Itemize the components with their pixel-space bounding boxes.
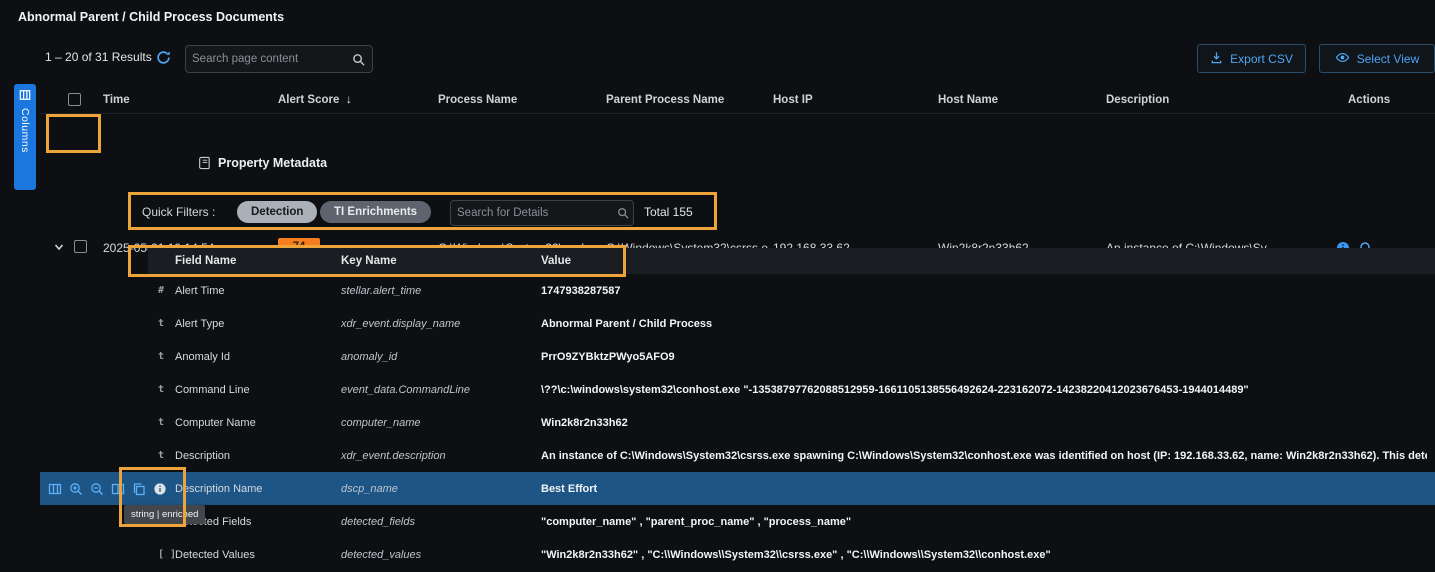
copy-icon[interactable] <box>132 482 146 496</box>
property-row-detected-values[interactable]: [ ] Detected Values detected_values "Win… <box>40 538 1435 571</box>
field-type-number-icon: # <box>158 274 164 307</box>
key-name: detected_fields <box>341 505 415 538</box>
pcol-field-name: Field Name <box>175 255 236 267</box>
col-header-alert-score[interactable]: Alert Score <box>278 94 339 106</box>
key-name: xdr_event.description <box>341 439 446 472</box>
total-count: Total 155 <box>644 205 693 219</box>
field-name: Command Line <box>175 373 250 406</box>
col-header-parent-process-name[interactable]: Parent Process Name <box>606 94 724 106</box>
key-name: anomaly_id <box>341 340 397 373</box>
key-name: detected_values <box>341 538 421 571</box>
field-name: Alert Time <box>175 274 225 307</box>
col-header-process-name[interactable]: Process Name <box>438 94 517 106</box>
refresh-icon[interactable] <box>156 50 171 65</box>
page-search <box>185 45 373 73</box>
details-search <box>450 200 634 226</box>
property-row-alert-type[interactable]: t Alert Type xdr_event.display_name Abno… <box>40 307 1435 340</box>
key-name: event_data.CommandLine <box>341 373 470 406</box>
field-name: Computer Name <box>175 406 256 439</box>
field-value: "Win2k8r2n33h62" , "C:\\Windows\\System3… <box>541 538 1427 571</box>
field-info-icon[interactable] <box>153 482 167 496</box>
field-value: \??\c:\windows\system32\conhost.exe "-13… <box>541 373 1427 406</box>
property-row-command-line[interactable]: t Command Line event_data.CommandLine \?… <box>40 373 1435 406</box>
field-type-text-icon: t <box>158 340 164 373</box>
eye-icon <box>1335 50 1350 68</box>
result-row[interactable]: 2025-05-21 19:14:54 74 C:\Windows\System… <box>0 114 1435 152</box>
property-row-detected-fields[interactable]: [ ] Detected Fields detected_fields "com… <box>40 505 1435 538</box>
download-icon <box>1210 51 1223 67</box>
add-column-icon[interactable] <box>111 482 125 496</box>
pcol-key-name: Key Name <box>341 255 397 267</box>
field-name: Detected Values <box>175 538 255 571</box>
field-type-array-icon: [ ] <box>158 538 176 571</box>
search-icon <box>352 53 372 66</box>
row-hover-actions <box>48 472 167 505</box>
property-row-anomaly-id[interactable]: t Anomaly Id anomaly_id PrrO9ZYBktzPWyo5… <box>40 340 1435 373</box>
property-row-alert-time[interactable]: # Alert Time stellar.alert_time 17479382… <box>40 274 1435 307</box>
key-name: stellar.alert_time <box>341 274 421 307</box>
col-header-host-name[interactable]: Host Name <box>938 94 998 106</box>
property-metadata-title: Property Metadata <box>218 156 327 170</box>
key-name: dscp_name <box>341 472 398 505</box>
field-value: Best Effort <box>541 472 1427 505</box>
filter-ti-enrichments-pill[interactable]: TI Enrichments <box>320 201 431 223</box>
field-value: Win2k8r2n33h62 <box>541 406 1427 439</box>
row-expand-chevron-icon[interactable] <box>53 241 65 253</box>
key-name: xdr_event.display_name <box>341 307 460 340</box>
details-search-icon <box>617 207 636 219</box>
field-type-text-icon: t <box>158 406 164 439</box>
page-search-input[interactable] <box>186 53 352 65</box>
field-value: 1747938287587 <box>541 274 1427 307</box>
filter-out-value-icon[interactable] <box>90 482 104 496</box>
key-name: computer_name <box>341 406 421 439</box>
export-csv-button[interactable]: Export CSV <box>1197 44 1306 73</box>
page-title: Abnormal Parent / Child Process Document… <box>18 10 284 24</box>
select-view-button[interactable]: Select View <box>1319 44 1435 73</box>
field-name: Anomaly Id <box>175 340 230 373</box>
book-icon <box>198 156 211 170</box>
export-csv-label: Export CSV <box>1230 52 1293 66</box>
property-table-header: Field Name Key Name Value <box>148 248 1435 274</box>
details-search-input[interactable] <box>451 207 617 219</box>
pcol-value: Value <box>541 255 571 267</box>
field-value: "computer_name" , "parent_proc_name" , "… <box>541 505 1427 538</box>
col-header-description[interactable]: Description <box>1106 94 1169 106</box>
field-type-text-icon: t <box>158 307 164 340</box>
field-name: Alert Type <box>175 307 224 340</box>
app-window: Abnormal Parent / Child Process Document… <box>0 0 1435 572</box>
field-value: PrrO9ZYBktzPWyo5AFO9 <box>541 340 1427 373</box>
sort-desc-icon[interactable]: ↓ <box>346 94 352 106</box>
field-type-text-icon: t <box>158 373 164 406</box>
toggle-columns-icon[interactable] <box>48 482 62 496</box>
quick-filters-label: Quick Filters : <box>142 205 215 219</box>
property-row-description[interactable]: t Description xdr_event.description An i… <box>40 439 1435 472</box>
field-value: An instance of C:\Windows\System32\csrss… <box>541 439 1427 472</box>
field-name: Description Name <box>175 472 262 505</box>
type-tooltip: string | enriched <box>124 505 205 524</box>
select-view-label: Select View <box>1357 52 1419 66</box>
select-all-checkbox[interactable] <box>68 93 81 106</box>
col-header-time[interactable]: Time <box>103 94 130 106</box>
col-header-host-ip[interactable]: Host IP <box>773 94 813 106</box>
filter-detection-pill[interactable]: Detection <box>237 201 317 223</box>
col-header-actions: Actions <box>1348 94 1390 106</box>
columns-grid-icon <box>19 89 31 104</box>
property-row-computer-name[interactable]: t Computer Name computer_name Win2k8r2n3… <box>40 406 1435 439</box>
row-checkbox[interactable] <box>74 240 87 253</box>
property-row-description-name[interactable]: Description Name dscp_name Best Effort <box>40 472 1435 505</box>
filter-for-value-icon[interactable] <box>69 482 83 496</box>
field-name: Description <box>175 439 230 472</box>
field-type-text-icon: t <box>158 439 164 472</box>
field-value: Abnormal Parent / Child Process <box>541 307 1427 340</box>
results-count: 1 – 20 of 31 Results <box>45 50 152 64</box>
